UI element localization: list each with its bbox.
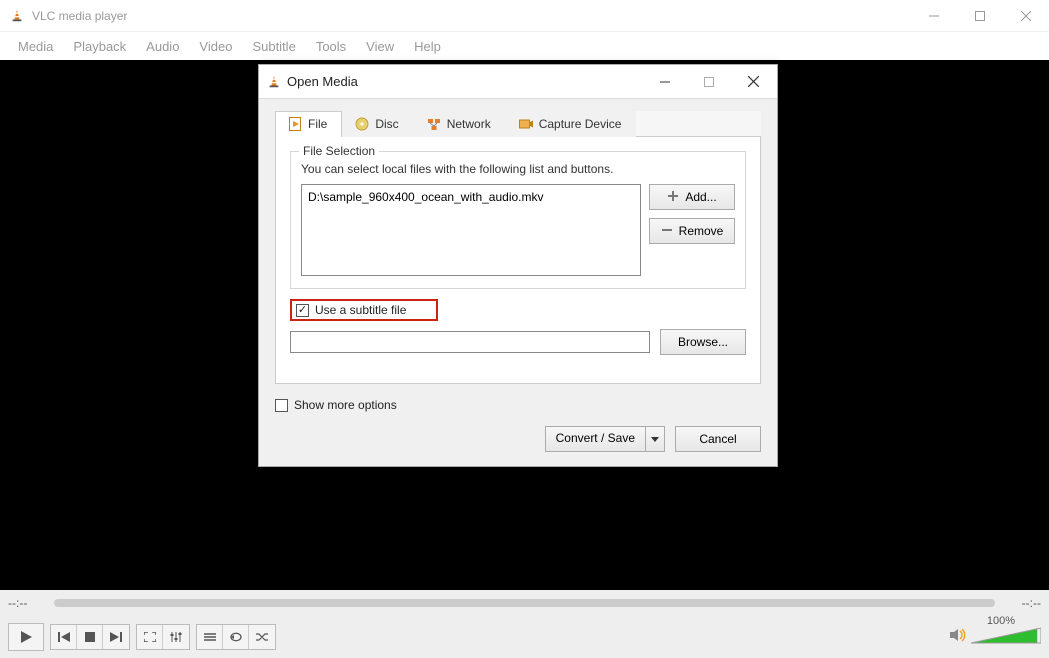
network-icon — [427, 117, 441, 131]
tab-strip: File Disc Network Capture Device — [275, 111, 761, 137]
menu-view[interactable]: View — [356, 35, 404, 58]
volume-area: 100% — [949, 627, 1041, 648]
vlc-cone-icon — [10, 9, 24, 23]
elapsed-time: --:-- — [8, 596, 48, 610]
convert-save-dropdown[interactable] — [646, 427, 664, 451]
maximize-button[interactable] — [957, 1, 1003, 31]
vlc-cone-icon — [267, 75, 281, 89]
tab-file[interactable]: File — [275, 111, 342, 137]
disc-icon — [355, 117, 369, 131]
file-selection-group: File Selection You can select local file… — [290, 151, 746, 289]
play-button[interactable] — [8, 623, 44, 651]
dialog-titlebar[interactable]: Open Media — [259, 65, 777, 99]
playback-controls: 100% — [0, 616, 1049, 658]
playlist-button[interactable] — [197, 625, 223, 649]
shuffle-button[interactable] — [249, 625, 275, 649]
speaker-icon[interactable] — [949, 627, 967, 648]
volume-label: 100% — [987, 615, 1015, 627]
add-button[interactable]: Add... — [649, 184, 735, 210]
menubar: Media Playback Audio Video Subtitle Tool… — [0, 32, 1049, 60]
menu-subtitle[interactable]: Subtitle — [242, 35, 305, 58]
subtitle-checkbox[interactable] — [296, 304, 309, 317]
subtitle-checkbox-row[interactable]: Use a subtitle file — [290, 299, 438, 321]
next-button[interactable] — [103, 625, 129, 649]
minus-icon — [661, 224, 673, 239]
menu-media[interactable]: Media — [8, 35, 63, 58]
main-titlebar: VLC media player — [0, 0, 1049, 32]
bottom-panel: --:-- --:-- 100% — [0, 590, 1049, 658]
dialog-minimize-button[interactable] — [643, 67, 687, 97]
volume-slider[interactable] — [971, 627, 1041, 647]
file-list[interactable]: D:\sample_960x400_ocean_with_audio.mkv — [301, 184, 641, 276]
add-button-label: Add... — [685, 190, 716, 204]
cancel-button[interactable]: Cancel — [675, 426, 761, 452]
convert-save-button[interactable]: Convert / Save — [545, 426, 665, 452]
browse-button[interactable]: Browse... — [660, 329, 746, 355]
tab-network-label: Network — [447, 117, 491, 131]
minimize-button[interactable] — [911, 1, 957, 31]
tab-disc-label: Disc — [375, 117, 398, 131]
dialog-title: Open Media — [287, 74, 643, 89]
convert-save-label: Convert / Save — [546, 427, 646, 451]
dialog-button-row: Convert / Save Cancel — [275, 426, 761, 452]
extended-settings-button[interactable] — [163, 625, 189, 649]
loop-button[interactable] — [223, 625, 249, 649]
dialog-body: File Disc Network Capture Device File S — [259, 99, 777, 466]
browse-button-label: Browse... — [678, 335, 728, 349]
file-icon — [288, 117, 302, 131]
window-title: VLC media player — [32, 9, 911, 23]
dialog-maximize-button[interactable] — [687, 67, 731, 97]
more-options-label: Show more options — [294, 398, 397, 412]
main-window-controls — [911, 1, 1049, 31]
file-selection-hint: You can select local files with the foll… — [301, 162, 735, 176]
tab-file-label: File — [308, 117, 327, 131]
tab-disc[interactable]: Disc — [342, 111, 413, 137]
more-options-checkbox[interactable] — [275, 399, 288, 412]
menu-audio[interactable]: Audio — [136, 35, 189, 58]
capture-icon — [519, 117, 533, 131]
video-area: Open Media File Disc Network — [0, 60, 1049, 590]
tab-panel-file: File Selection You can select local file… — [275, 137, 761, 384]
close-button[interactable] — [1003, 1, 1049, 31]
subtitle-checkbox-label: Use a subtitle file — [315, 303, 406, 317]
cancel-button-label: Cancel — [699, 432, 736, 446]
dialog-close-button[interactable] — [731, 67, 775, 97]
plus-icon — [667, 190, 679, 205]
total-time: --:-- — [1001, 596, 1041, 610]
fullscreen-button[interactable] — [137, 625, 163, 649]
seek-row: --:-- --:-- — [0, 590, 1049, 616]
menu-help[interactable]: Help — [404, 35, 451, 58]
tab-capture-device[interactable]: Capture Device — [506, 111, 637, 137]
tab-network[interactable]: Network — [414, 111, 506, 137]
menu-tools[interactable]: Tools — [306, 35, 356, 58]
tab-capture-label: Capture Device — [539, 117, 622, 131]
seek-slider[interactable] — [54, 599, 995, 607]
menu-playback[interactable]: Playback — [63, 35, 136, 58]
open-media-dialog: Open Media File Disc Network — [258, 64, 778, 467]
previous-button[interactable] — [51, 625, 77, 649]
show-more-options-row[interactable]: Show more options — [275, 398, 761, 412]
remove-button-label: Remove — [679, 224, 724, 238]
stop-button[interactable] — [77, 625, 103, 649]
remove-button[interactable]: Remove — [649, 218, 735, 244]
menu-video[interactable]: Video — [189, 35, 242, 58]
subtitle-path-input[interactable] — [290, 331, 650, 353]
file-selection-legend: File Selection — [299, 144, 379, 158]
file-list-item[interactable]: D:\sample_960x400_ocean_with_audio.mkv — [308, 190, 634, 204]
